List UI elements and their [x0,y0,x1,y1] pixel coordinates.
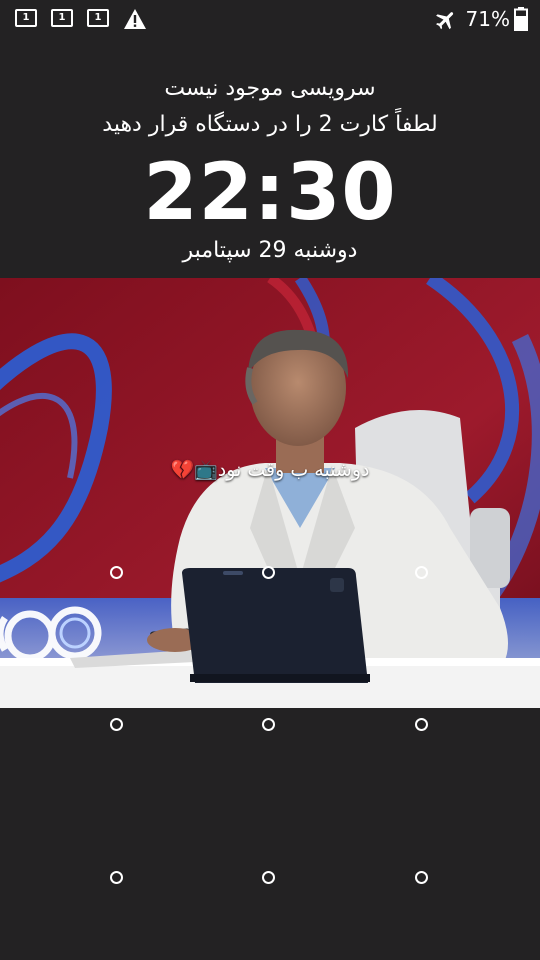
pattern-dot-4[interactable] [110,718,123,731]
sim-3-icon: 1 [87,9,109,27]
pattern-dot-8[interactable] [262,871,275,884]
carrier-status-text: سرویسی موجود نیست [164,76,376,101]
pattern-dot-1[interactable] [110,566,123,579]
wallpaper-image [0,278,540,708]
warning-icon [124,9,146,29]
sim-2-icon: 1 [51,9,73,27]
pattern-dot-2[interactable] [262,566,275,579]
pattern-dot-7[interactable] [110,871,123,884]
lock-screen-clock: 22:30 [143,148,397,238]
status-bar: 1 1 1 71% [0,0,540,40]
lock-screen-date: دوشنبه 29 سپتامبر [182,238,358,263]
pattern-dot-6[interactable] [415,718,428,731]
pattern-dot-5[interactable] [262,718,275,731]
battery-percent: 71% [465,7,510,31]
owner-info-text: دوشنبه ب وقت نود📺💔 [170,459,370,481]
pattern-dot-9[interactable] [415,871,428,884]
sim-card-message: لطفاً کارت 2 را در دستگاه قرار دهید [102,112,438,137]
airplane-mode-icon [436,12,454,30]
pattern-dot-3[interactable] [415,566,428,579]
battery-icon [514,7,528,31]
sim-1-icon: 1 [15,9,37,27]
